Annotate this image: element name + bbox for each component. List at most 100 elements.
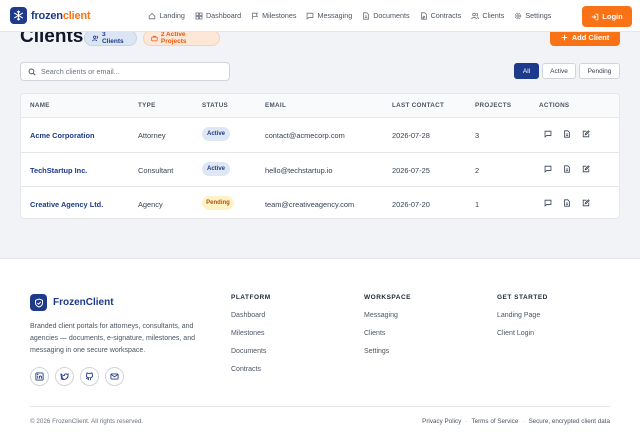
document-icon xyxy=(564,130,570,138)
projects-count: 3 xyxy=(475,131,480,140)
brand[interactable]: frozenclient xyxy=(10,7,91,24)
nav-item-documents[interactable]: Documents xyxy=(362,11,410,20)
nav-item-settings[interactable]: Settings xyxy=(514,11,551,20)
message-client-button[interactable] xyxy=(543,164,553,174)
column-header-status[interactable]: STATUS xyxy=(202,102,228,109)
footer-brand[interactable]: FrozenClient xyxy=(30,294,114,311)
nav-item-dashboard[interactable]: Dashboard xyxy=(195,11,241,20)
client-type: Consultant xyxy=(138,165,174,175)
column-header-name[interactable]: NAME xyxy=(30,102,50,109)
message-client-button[interactable] xyxy=(543,198,553,208)
search-box xyxy=(20,62,230,81)
nav-item-clients[interactable]: Clients xyxy=(471,11,504,20)
legal-links: Privacy Policy · Terms of Service · Secu… xyxy=(422,418,610,425)
view-documents-button[interactable] xyxy=(562,129,572,139)
footer-link-landing-page[interactable]: Landing Page xyxy=(497,312,548,320)
privacy-policy-link[interactable]: Privacy Policy xyxy=(422,418,461,425)
main-nav: Landing Dashboard Milestones Messaging D… xyxy=(148,11,561,20)
twitter-icon xyxy=(60,373,69,380)
active-projects-badge: 2 Active Projects xyxy=(143,30,220,46)
edit-client-button[interactable] xyxy=(581,198,591,208)
nav-item-milestones[interactable]: Milestones xyxy=(251,11,296,20)
shield-icon xyxy=(30,294,47,311)
footer-link-contracts[interactable]: Contracts xyxy=(231,366,271,374)
footer-link-dashboard[interactable]: Dashboard xyxy=(231,312,271,320)
nav-label: Dashboard xyxy=(205,11,242,20)
nav-label: Milestones xyxy=(262,11,297,20)
users-icon xyxy=(92,35,99,41)
security-note: Secure, encrypted client data xyxy=(528,418,610,425)
separator-dot: · xyxy=(465,418,468,425)
client-type: Attorney xyxy=(138,131,166,140)
footer-link-messaging[interactable]: Messaging xyxy=(364,312,411,320)
filter-all-button[interactable]: All xyxy=(514,63,539,79)
nav-item-contracts[interactable]: Contracts xyxy=(420,11,461,20)
table-row[interactable]: Creative Agency Ltd. Agency Pending team… xyxy=(21,187,619,218)
footer-link-client-login[interactable]: Client Login xyxy=(497,330,548,338)
active-projects-label: 2 Active Projects xyxy=(160,31,187,45)
footer-description: Branded client portals for attorneys, co… xyxy=(30,323,195,354)
edit-client-button[interactable] xyxy=(581,129,591,139)
status-badge: Active xyxy=(202,127,230,141)
edit-icon xyxy=(582,164,590,172)
email-link[interactable] xyxy=(105,367,124,386)
nav-label: Clients xyxy=(482,11,505,20)
nav-item-messaging[interactable]: Messaging xyxy=(306,11,352,20)
copyright: © 2026 FrozenClient. All rights reserved… xyxy=(30,418,144,425)
client-name[interactable]: Creative Agency Ltd. xyxy=(30,200,103,209)
footer-workspace-column: WORKSPACE Messaging Clients Settings xyxy=(364,294,411,366)
login-label: Login xyxy=(602,12,623,21)
briefcase-icon xyxy=(151,35,158,41)
edit-client-button[interactable] xyxy=(581,164,591,174)
login-button[interactable]: Login xyxy=(582,6,632,27)
projects-count: 2 xyxy=(475,165,480,175)
document-icon xyxy=(564,164,570,173)
footer-get-started-column: GET STARTED Landing Page Client Login xyxy=(497,294,548,348)
table-header: NAME TYPE STATUS EMAIL LAST CONTACT PROJ… xyxy=(21,94,619,118)
dashboard-icon xyxy=(195,12,203,19)
client-name[interactable]: TechStartup Inc. xyxy=(30,166,87,175)
gear-icon xyxy=(515,12,522,19)
table-row[interactable]: Acme Corporation Attorney Active contact… xyxy=(21,118,619,153)
message-client-button[interactable] xyxy=(543,129,553,139)
column-header-last-contact[interactable]: LAST CONTACT xyxy=(392,102,444,109)
footer-link-settings[interactable]: Settings xyxy=(364,348,411,356)
add-client-label: Add Client xyxy=(571,32,610,42)
column-header-type[interactable]: TYPE xyxy=(138,102,156,109)
flag-icon xyxy=(252,12,259,19)
footer-link-clients[interactable]: Clients xyxy=(364,330,411,338)
search-input[interactable] xyxy=(41,67,221,76)
brand-name-main: frozen xyxy=(31,9,63,22)
footer-link-documents[interactable]: Documents xyxy=(231,348,271,356)
last-contact: 2026-07-28 xyxy=(392,131,430,140)
filter-pending-button[interactable]: Pending xyxy=(579,63,620,79)
mail-icon xyxy=(110,373,119,380)
separator-dot: · xyxy=(522,418,525,425)
client-email: team@creativeagency.com xyxy=(265,200,355,209)
column-header-email[interactable]: EMAIL xyxy=(265,102,286,109)
nav-label: Documents xyxy=(373,11,410,20)
twitter-link[interactable] xyxy=(55,367,74,386)
signature-icon xyxy=(420,11,427,20)
view-documents-button[interactable] xyxy=(562,164,572,174)
clients-table: NAME TYPE STATUS EMAIL LAST CONTACT PROJ… xyxy=(20,93,620,219)
column-header-projects[interactable]: PROJECTS xyxy=(475,102,511,109)
footer-column-title: PLATFORM xyxy=(231,294,271,301)
filter-active-button[interactable]: Active xyxy=(542,63,576,79)
footer-brand-name: FrozenClient xyxy=(53,297,114,308)
client-name[interactable]: Acme Corporation xyxy=(30,131,94,140)
brand-name: frozenclient xyxy=(31,9,91,22)
table-row[interactable]: TechStartup Inc. Consultant Active hello… xyxy=(21,153,619,187)
github-link[interactable] xyxy=(80,367,99,386)
nav-item-landing[interactable]: Landing xyxy=(148,11,185,20)
status-badge: Active xyxy=(202,161,230,176)
chat-icon xyxy=(544,165,552,173)
footer-link-milestones[interactable]: Milestones xyxy=(231,330,271,338)
chat-icon xyxy=(544,199,552,207)
view-documents-button[interactable] xyxy=(562,198,572,208)
terms-of-service-link[interactable]: Terms of Service xyxy=(471,418,518,425)
chat-icon xyxy=(307,12,314,20)
nav-label: Settings xyxy=(525,11,552,20)
linkedin-link[interactable] xyxy=(30,367,49,386)
row-actions xyxy=(543,129,600,139)
